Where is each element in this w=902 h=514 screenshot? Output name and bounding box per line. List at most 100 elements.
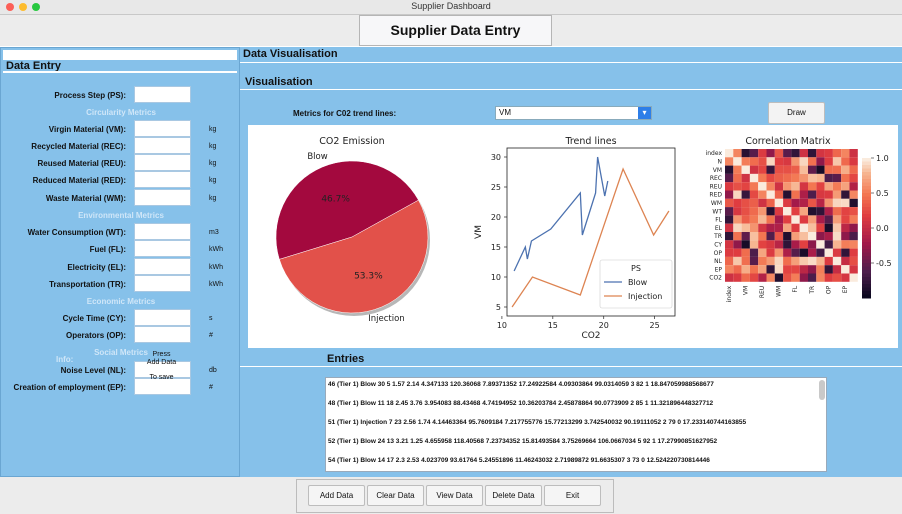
heatmap-cell	[849, 215, 858, 224]
view-data-button[interactable]: View Data	[426, 485, 483, 506]
heatmap-cell	[824, 157, 833, 166]
entry-row[interactable]: 46 (Tier 1) Blow 30 5 1.57 2.14 4.347133…	[326, 378, 826, 397]
colorbar-segment	[862, 203, 871, 208]
heatmap-cell	[766, 215, 775, 224]
y-tick-label: 30	[491, 153, 501, 162]
red-label: Reduced Material (RED):	[32, 176, 126, 185]
heatmap-col-label: REU	[759, 286, 766, 298]
heatmap-cell	[774, 149, 784, 158]
process-step-label: Process Step (PS):	[54, 91, 126, 100]
heatmap-cell	[824, 256, 833, 266]
heatmap-cell	[766, 232, 775, 241]
colorbar-segment	[862, 287, 871, 292]
add-data-button[interactable]: Add Data	[308, 485, 365, 506]
rec-input[interactable]	[134, 137, 191, 154]
heatmap-cell	[808, 265, 817, 274]
heatmap-cell	[741, 273, 750, 282]
heatmap-cell	[783, 265, 792, 274]
heatmap-cell	[816, 232, 825, 241]
heatmap-cell	[824, 190, 833, 199]
heatmap-row-label: CY	[714, 242, 722, 249]
red-input[interactable]	[134, 171, 191, 188]
heatmap-cell	[733, 240, 742, 249]
heatmap-cell	[783, 232, 792, 241]
heatmap-cell	[808, 198, 817, 208]
fl-input[interactable]	[134, 240, 191, 257]
heatmap-row-label: EP	[715, 266, 723, 273]
tr-unit: kWh	[209, 281, 223, 288]
heatmap-cell	[824, 207, 833, 216]
delete-data-button[interactable]: Delete Data	[485, 485, 542, 506]
entry-row[interactable]: 48 (Tier 1) Blow 11 18 2.45 3.76 3.95408…	[326, 397, 826, 416]
heatmap-cell	[849, 240, 858, 249]
heatmap-cell	[808, 182, 817, 191]
draw-button[interactable]: Draw	[768, 102, 825, 124]
colorbar-segment	[862, 175, 871, 180]
process-step-input[interactable]	[134, 86, 191, 103]
heatmap-cell	[824, 232, 833, 241]
colorbar-segment	[862, 252, 871, 257]
heatmap-cell	[774, 240, 784, 249]
heatmap-cell	[808, 190, 817, 199]
heatmap-cell	[816, 265, 825, 274]
reu-input[interactable]	[134, 154, 191, 171]
entry-row[interactable]: 51 (Tier 1) Injection 7 23 2.56 1.74 4.1…	[326, 416, 826, 435]
heatmap-cell	[791, 232, 800, 241]
charts-canvas: CO2 Emission 46.7% Blow 53.3% Injection Tre…	[248, 125, 898, 348]
wt-input[interactable]	[134, 223, 191, 240]
metric-select[interactable]: VM ▾	[495, 106, 652, 120]
heatmap-cell	[791, 240, 800, 249]
heatmap-cell	[733, 265, 742, 274]
panel-header-strip	[3, 50, 237, 60]
heatmap-cell	[832, 223, 842, 232]
heatmap-col-label: OP	[825, 285, 832, 294]
heatmap-cell	[749, 265, 759, 274]
heatmap-cell	[766, 273, 775, 282]
heatmap-cell	[799, 240, 808, 249]
heatmap-cell	[733, 248, 742, 257]
heatmap-row-label: N	[718, 159, 723, 166]
heatmap-row-label: TR	[713, 233, 722, 240]
heatmap-row-label: EL	[715, 225, 723, 232]
clear-data-button[interactable]: Clear Data	[367, 485, 424, 506]
heatmap-cell	[774, 215, 784, 224]
heatmap-cell	[774, 273, 784, 282]
heatmap-cell	[849, 223, 858, 232]
tr-input[interactable]	[134, 275, 191, 292]
chevron-down-icon[interactable]: ▾	[638, 107, 651, 119]
heatmap-cell	[841, 256, 850, 266]
heatmap-cell	[774, 157, 784, 166]
exit-button[interactable]: Exit	[544, 485, 601, 506]
cy-input[interactable]	[134, 309, 191, 326]
heatmap-cell	[799, 207, 808, 216]
op-input[interactable]	[134, 326, 191, 343]
pie-title: CO2 Emission	[319, 136, 384, 147]
entries-scrollbar[interactable]	[819, 380, 825, 400]
heatmap-cell	[816, 207, 825, 216]
colorbar-segment	[862, 196, 871, 201]
heatmap-row-label: REC	[710, 175, 722, 182]
heatmap-cell	[841, 173, 850, 183]
tr-label: Transportation (TR):	[49, 280, 126, 289]
heatmap-cell	[774, 265, 784, 274]
heatmap-cell	[799, 165, 808, 174]
heatmap-cell	[824, 248, 833, 257]
heatmap-cell	[808, 165, 817, 174]
section-economic: Economic Metrics	[86, 297, 156, 306]
entries-listbox[interactable]: 46 (Tier 1) Blow 30 5 1.57 2.14 4.347133…	[325, 377, 827, 472]
heatmap-cell	[849, 173, 858, 183]
entry-row[interactable]: 54 (Tier 1) Blow 14 17 2.3 2.53 4.023709…	[326, 454, 826, 471]
el-input[interactable]	[134, 258, 191, 275]
heatmap-cell	[816, 182, 825, 191]
heatmap-cell	[816, 223, 825, 232]
colorbar-segment	[862, 249, 871, 253]
heatmap-cell	[832, 248, 842, 257]
heatmap-cell	[832, 256, 842, 266]
x-tick-label: 15	[548, 321, 558, 330]
wm-input[interactable]	[134, 189, 191, 206]
vm-input[interactable]	[134, 120, 191, 137]
heatmap-cell	[832, 215, 842, 224]
heatmap-cell	[749, 165, 759, 174]
entry-row[interactable]: 52 (Tier 1) Blow 24 13 3.21 1.25 4.65595…	[326, 435, 826, 454]
info-line-2: Add Data	[146, 359, 177, 366]
